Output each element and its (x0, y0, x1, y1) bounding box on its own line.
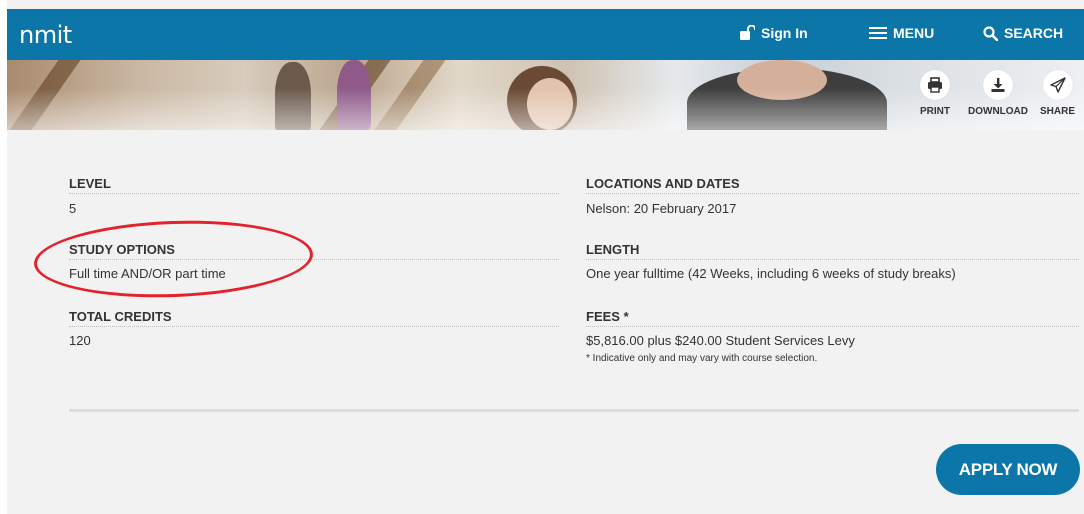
paper-plane-icon (1042, 70, 1073, 100)
search-label: SEARCH (1004, 25, 1064, 41)
share-button[interactable]: SHARE (1040, 70, 1075, 117)
search-button[interactable]: SEARCH (983, 25, 1063, 41)
menu-button[interactable]: MENU (869, 25, 934, 41)
apply-now-button[interactable]: APPLY NOW (936, 444, 1080, 495)
locations-heading: LOCATIONS AND DATES (586, 176, 1079, 194)
page: nmit Sign In MENU SEARCH PRINT DOWNLOAD … (7, 0, 1084, 514)
sign-in-label: Sign In (761, 25, 808, 41)
level-heading: LEVEL (69, 176, 559, 194)
search-icon (983, 25, 998, 41)
share-label: SHARE (1040, 106, 1076, 117)
fees-note: * Indicative only and may vary with cour… (586, 353, 818, 364)
red-annotation-circle (32, 216, 315, 302)
locations-value: Nelson: 20 February 2017 (586, 201, 737, 216)
total-credits-heading: TOTAL CREDITS (69, 309, 559, 327)
hamburger-menu-icon (869, 26, 887, 40)
sign-in-link[interactable]: Sign In (739, 25, 808, 41)
download-label: DOWNLOAD (968, 106, 1028, 117)
top-navigation-bar: nmit Sign In MENU SEARCH (7, 9, 1084, 60)
total-credits-value: 120 (69, 333, 91, 348)
length-heading: LENGTH (586, 242, 1079, 260)
nmit-logo[interactable]: nmit (19, 21, 72, 49)
level-value: 5 (69, 201, 77, 216)
menu-label: MENU (893, 25, 935, 41)
printer-icon (920, 70, 950, 100)
print-label: PRINT (920, 106, 950, 117)
print-button[interactable]: PRINT (920, 70, 950, 117)
download-icon (983, 70, 1013, 100)
lock-open-icon (739, 25, 755, 41)
section-divider (69, 409, 1079, 412)
fees-heading: FEES * (586, 309, 1079, 327)
download-button[interactable]: DOWNLOAD (967, 70, 1029, 117)
fees-value: $5,816.00 plus $240.00 Student Services … (586, 333, 855, 348)
length-value: One year fulltime (42 Weeks, including 6… (586, 266, 956, 281)
